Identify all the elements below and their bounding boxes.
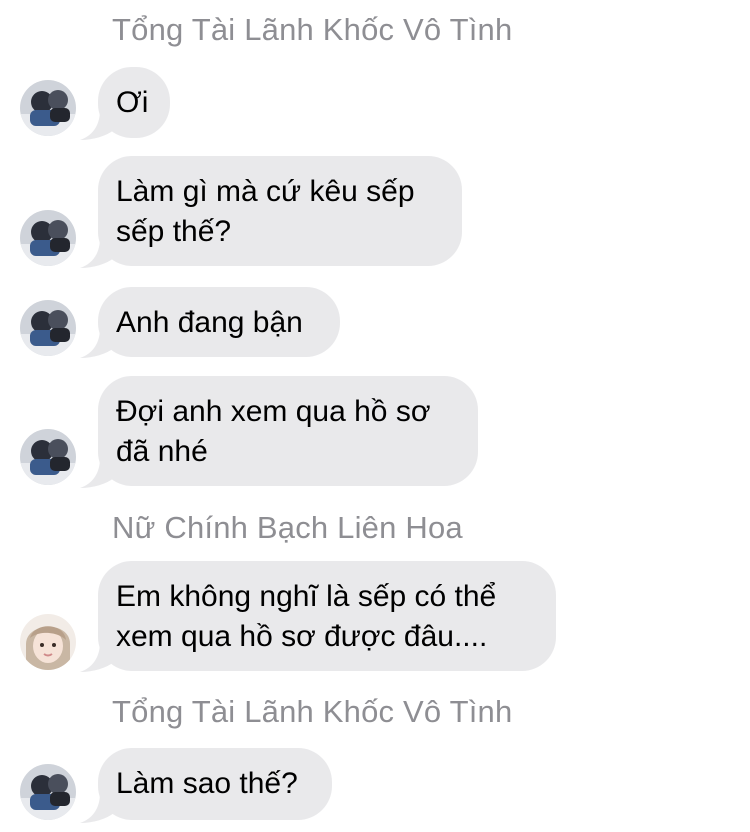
avatar[interactable] [20, 764, 76, 820]
avatar-photo-icon [20, 300, 76, 356]
message-bubble[interactable]: Ơi [98, 67, 170, 138]
avatar-photo-icon [20, 80, 76, 136]
avatar[interactable] [20, 614, 76, 670]
message-text-line: sếp thế? [116, 215, 232, 248]
message-text-line: đã nhé [116, 435, 208, 468]
sender-name: Tổng Tài Lãnh Khốc Vô Tình [112, 694, 513, 729]
message-bubble[interactable]: Làm gì mà cứ kêu sếp sếp thế? [98, 156, 462, 266]
message-bubble[interactable]: Em không nghĩ là sếp có thể xem qua hồ s… [98, 561, 556, 671]
message-bubble[interactable]: Anh đang bận [98, 287, 340, 357]
avatar[interactable] [20, 300, 76, 356]
avatar-photo-icon [20, 764, 76, 820]
message-text: Anh đang bận [116, 306, 303, 339]
message-text-line: Đợi anh xem qua hồ sơ [116, 395, 431, 428]
avatar[interactable] [20, 429, 76, 485]
avatar[interactable] [20, 210, 76, 266]
message-bubble[interactable]: Làm sao thế? [98, 748, 332, 820]
message-text: Làm sao thế? [116, 767, 298, 800]
avatar[interactable] [20, 80, 76, 136]
message-text-line: Em không nghĩ là sếp có thể [116, 580, 497, 613]
avatar-photo-icon [20, 429, 76, 485]
avatar-photo-icon [20, 614, 76, 670]
sender-name: Nữ Chính Bạch Liên Hoa [112, 510, 463, 545]
message-text-line: Làm gì mà cứ kêu sếp [116, 175, 415, 208]
message-text-line: xem qua hồ sơ được đâu.... [116, 620, 488, 653]
message-bubble[interactable]: Đợi anh xem qua hồ sơ đã nhé [98, 376, 478, 486]
message-text: Ơi [116, 86, 149, 119]
sender-name: Tổng Tài Lãnh Khốc Vô Tình [112, 12, 513, 47]
avatar-photo-icon [20, 210, 76, 266]
